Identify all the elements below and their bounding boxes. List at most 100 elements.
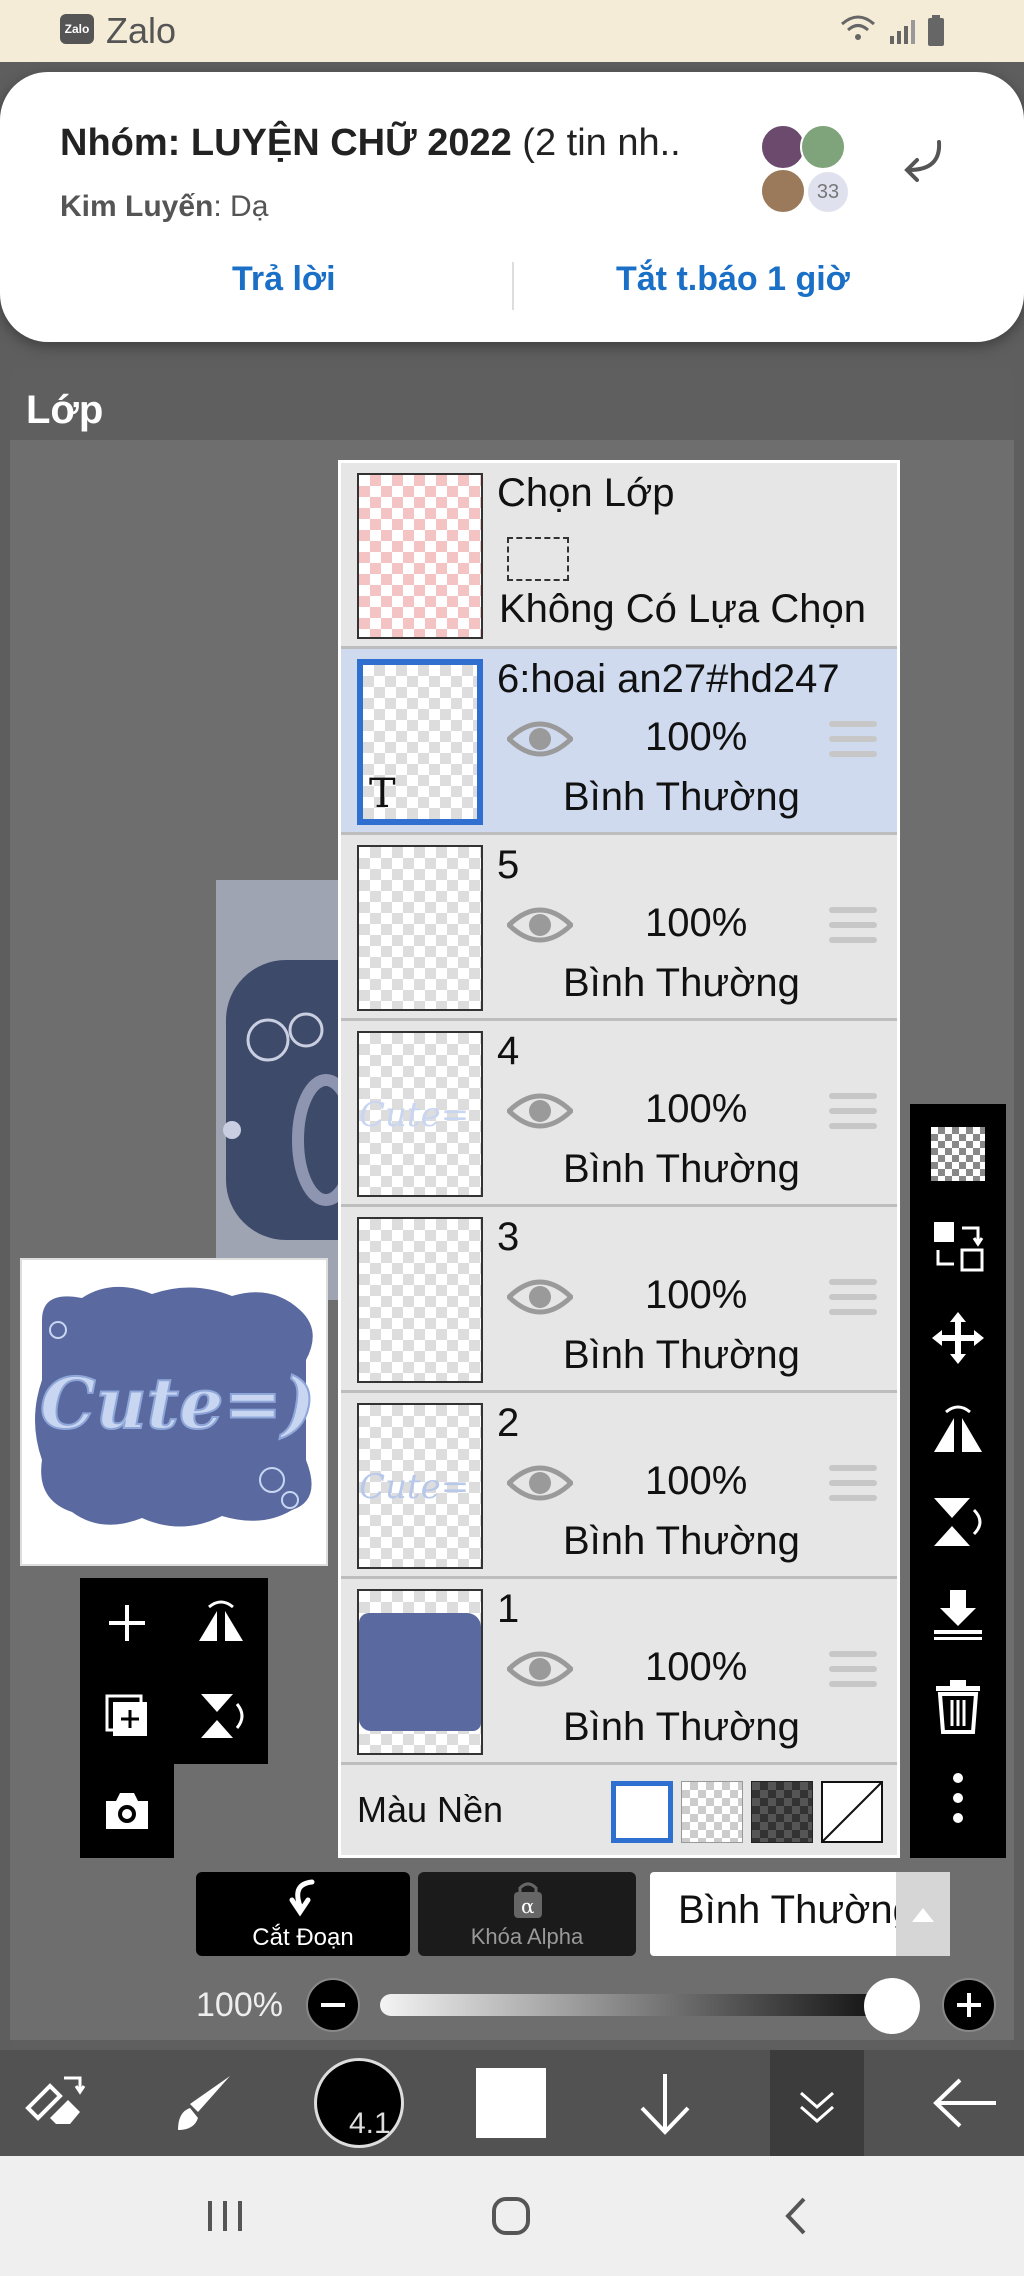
message-notification[interactable]: Nhóm: LUYỆN CHỮ 2022 (2 tin nh.. Kim Luy… [0, 72, 1024, 342]
layer-opacity: 100% [645, 1087, 748, 1131]
layer-row[interactable]: Cute= 2 100% Bình Thường [341, 1393, 897, 1579]
layers-collapse-icon [800, 2091, 834, 2123]
swap-tools-icon [25, 2076, 86, 2124]
more-options-button[interactable] [920, 1760, 996, 1836]
home-button[interactable] [476, 2186, 546, 2246]
notification-sender: Kim Luyến: Dạ [60, 190, 269, 223]
minus-icon [321, 2003, 345, 2007]
alpha-lock-button[interactable]: α Khóa Alpha [418, 1872, 636, 1956]
trash-icon [936, 1680, 980, 1734]
recents-button[interactable] [190, 2186, 260, 2246]
transfer-button[interactable] [920, 1208, 996, 1284]
layer-blend-mode: Bình Thường [563, 1519, 800, 1563]
opacity-increase-button[interactable] [942, 1978, 996, 2032]
drag-handle-icon[interactable] [829, 1465, 877, 1503]
visibility-eye-icon[interactable] [507, 715, 573, 763]
background-row: Màu Nền [341, 1765, 897, 1855]
color-button[interactable] [466, 2050, 556, 2156]
duplicate-layer-button[interactable] [87, 1676, 167, 1756]
blend-dropdown-arrow[interactable] [896, 1872, 950, 1956]
recents-icon [208, 2201, 242, 2231]
clipping-label: Cắt Đoạn [252, 1924, 354, 1951]
transparency-button[interactable] [920, 1116, 996, 1192]
move-button[interactable] [920, 1300, 996, 1376]
visibility-eye-icon[interactable] [507, 1087, 573, 1135]
flip-vertical-button[interactable] [920, 1484, 996, 1560]
layer-thumbnail [357, 1217, 483, 1383]
reply-button[interactable]: Trả lời [232, 260, 336, 299]
layer-name: 6:hoai an27#hd247 [497, 657, 840, 701]
system-navigation-bar [0, 2156, 1024, 2276]
visibility-eye-icon[interactable] [507, 901, 573, 949]
clipping-button[interactable]: Cắt Đoạn [196, 1872, 410, 1956]
layers-button[interactable] [770, 2050, 864, 2156]
drag-handle-icon[interactable] [829, 1093, 877, 1131]
member-count-badge: 33 [806, 170, 850, 214]
layer-thumbnail [357, 845, 483, 1011]
layer-opacity: 100% [645, 901, 748, 945]
visibility-eye-icon[interactable] [507, 1645, 573, 1693]
status-bar: Zalo Zalo [0, 0, 1024, 62]
layer-opacity: 100% [645, 1459, 748, 1503]
clipping-arrow-icon [289, 1879, 315, 1917]
opacity-slider-thumb[interactable] [864, 1978, 920, 2034]
canvas-preview[interactable]: Cute=) [20, 1258, 328, 1566]
back-button[interactable] [920, 2050, 1010, 2156]
layer-list: Chọn Lớp Không Có Lựa Chọn T 6:hoai an27… [338, 460, 900, 1858]
visibility-eye-icon[interactable] [507, 1459, 573, 1507]
bg-white-swatch[interactable] [611, 1781, 673, 1843]
swap-tools-button[interactable] [10, 2050, 100, 2156]
bg-none-swatch[interactable] [821, 1781, 883, 1843]
triangle-up-icon [912, 1908, 934, 1922]
layer-name: 3 [497, 1215, 520, 1259]
selection-title: Chọn Lớp [497, 471, 675, 515]
mute-button[interactable]: Tắt t.báo 1 giờ [616, 260, 850, 299]
layer-opacity: 100% [645, 1645, 748, 1689]
transfer-icon [934, 1222, 984, 1272]
system-back-button[interactable] [762, 2186, 832, 2246]
visibility-eye-icon[interactable] [507, 1273, 573, 1321]
preview-artwork: Cute=) [22, 1260, 326, 1564]
bg-transparent-swatch[interactable] [681, 1781, 743, 1843]
merge-down-button[interactable] [920, 1576, 996, 1652]
brush-size-button[interactable]: 4.1 [312, 2050, 406, 2156]
drag-handle-icon[interactable] [829, 907, 877, 945]
move-icon [932, 1312, 984, 1364]
layer-thumbnail: T [357, 659, 483, 825]
layer-row[interactable]: 1 100% Bình Thường [341, 1579, 897, 1765]
flip-horizontal-button[interactable] [920, 1392, 996, 1468]
drag-handle-icon[interactable] [829, 1279, 877, 1317]
right-toolbar [910, 1104, 1006, 1858]
reply-icon[interactable] [895, 132, 951, 188]
flip-horizontal-button[interactable] [181, 1583, 261, 1663]
flip-vertical-icon [201, 1694, 244, 1738]
camera-button[interactable] [87, 1771, 167, 1851]
zalo-app-icon: Zalo [60, 14, 94, 44]
selection-layer-row[interactable]: Chọn Lớp Không Có Lựa Chọn [341, 463, 897, 649]
delete-layer-button[interactable] [920, 1668, 996, 1744]
signal-wifi-battery-icon [841, 15, 944, 46]
layer-row[interactable]: 3 100% Bình Thường [341, 1207, 897, 1393]
blend-mode-select[interactable]: Bình Thường [650, 1872, 950, 1956]
layer-row[interactable]: T 6:hoai an27#hd247 100% Bình Thường [341, 649, 897, 835]
layer-row[interactable]: Cute= 4 100% Bình Thường [341, 1021, 897, 1207]
color-swatch-icon [476, 2068, 546, 2138]
layer-name: 1 [497, 1587, 520, 1631]
add-layer-button[interactable] [87, 1583, 167, 1663]
down-arrow-button[interactable] [620, 2050, 710, 2156]
flip-vertical-button[interactable] [181, 1676, 261, 1756]
drag-handle-icon[interactable] [829, 1651, 877, 1689]
checker-icon [931, 1127, 985, 1181]
opacity-decrease-button[interactable] [306, 1978, 360, 2032]
layer-blend-mode: Bình Thường [563, 775, 800, 819]
background-label: Màu Nền [357, 1789, 504, 1830]
text-layer-marker: T [369, 771, 396, 817]
selection-thumbnail [357, 473, 483, 639]
brush-button[interactable] [160, 2050, 250, 2156]
drag-handle-icon[interactable] [829, 721, 877, 759]
opacity-slider[interactable] [380, 1994, 920, 2016]
layer-row[interactable]: 5 100% Bình Thường [341, 835, 897, 1021]
marquee-icon [507, 537, 569, 581]
bg-dark-swatch[interactable] [751, 1781, 813, 1843]
add-icon [109, 1605, 145, 1641]
